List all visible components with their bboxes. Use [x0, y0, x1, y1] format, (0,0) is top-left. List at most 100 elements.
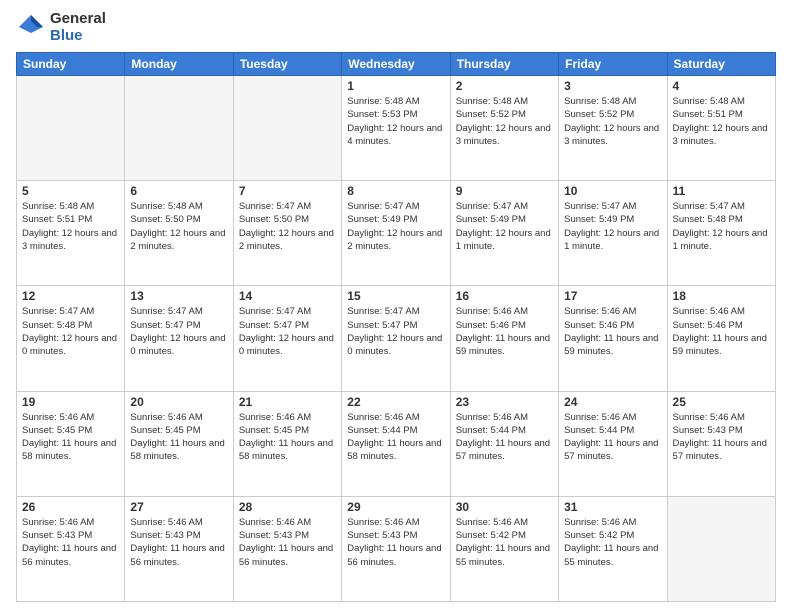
day-info: Sunrise: 5:46 AMSunset: 5:46 PMDaylight:… — [456, 305, 553, 358]
day-info: Sunrise: 5:46 AMSunset: 5:43 PMDaylight:… — [130, 516, 227, 569]
calendar-cell: 1 Sunrise: 5:48 AMSunset: 5:53 PMDaylight… — [342, 76, 450, 181]
calendar-cell: 9 Sunrise: 5:47 AMSunset: 5:49 PMDaylight… — [450, 181, 558, 286]
day-info: Sunrise: 5:46 AMSunset: 5:46 PMDaylight:… — [673, 305, 770, 358]
calendar-cell: 25 Sunrise: 5:46 AMSunset: 5:43 PMDayligh… — [667, 391, 775, 496]
col-header-monday: Monday — [125, 53, 233, 76]
day-info: Sunrise: 5:47 AMSunset: 5:47 PMDaylight:… — [347, 305, 444, 358]
day-number: 27 — [130, 500, 227, 514]
day-number: 4 — [673, 79, 770, 93]
calendar-cell: 3 Sunrise: 5:48 AMSunset: 5:52 PMDaylight… — [559, 76, 667, 181]
day-info: Sunrise: 5:48 AMSunset: 5:51 PMDaylight:… — [22, 200, 119, 253]
calendar-cell: 7 Sunrise: 5:47 AMSunset: 5:50 PMDaylight… — [233, 181, 341, 286]
calendar-cell: 13Sunrise: 5:47 AMSunset: 5:47 PMDayligh… — [125, 286, 233, 391]
logo-text: General Blue — [50, 10, 106, 44]
calendar-cell: 5 Sunrise: 5:48 AMSunset: 5:51 PMDaylight… — [17, 181, 125, 286]
day-number: 20 — [130, 395, 227, 409]
calendar-week-4: 19 Sunrise: 5:46 AMSunset: 5:45 PMDayligh… — [17, 391, 776, 496]
calendar-cell: 26 Sunrise: 5:46 AMSunset: 5:43 PMDayligh… — [17, 496, 125, 601]
day-number: 3 — [564, 79, 661, 93]
day-number: 25 — [673, 395, 770, 409]
day-info: Sunrise: 5:46 AMSunset: 5:45 PMDaylight:… — [239, 411, 336, 464]
day-number: 14 — [239, 289, 336, 303]
day-number: 7 — [239, 184, 336, 198]
col-header-sunday: Sunday — [17, 53, 125, 76]
col-header-wednesday: Wednesday — [342, 53, 450, 76]
day-number: 23 — [456, 395, 553, 409]
day-number: 30 — [456, 500, 553, 514]
day-info: Sunrise: 5:47 AMSunset: 5:47 PMDaylight:… — [130, 305, 227, 358]
day-number: 24 — [564, 395, 661, 409]
calendar-cell: 6Sunrise: 5:48 AMSunset: 5:50 PMDaylight… — [125, 181, 233, 286]
day-info: Sunrise: 5:47 AMSunset: 5:49 PMDaylight:… — [456, 200, 553, 253]
calendar-cell: 23 Sunrise: 5:46 AMSunset: 5:44 PMDayligh… — [450, 391, 558, 496]
day-number: 28 — [239, 500, 336, 514]
day-info: Sunrise: 5:46 AMSunset: 5:45 PMDaylight:… — [130, 411, 227, 464]
day-info: Sunrise: 5:47 AMSunset: 5:50 PMDaylight:… — [239, 200, 336, 253]
col-header-saturday: Saturday — [667, 53, 775, 76]
day-number: 9 — [456, 184, 553, 198]
calendar-cell: 8Sunrise: 5:47 AMSunset: 5:49 PMDaylight… — [342, 181, 450, 286]
calendar-cell — [17, 76, 125, 181]
day-number: 19 — [22, 395, 119, 409]
day-info: Sunrise: 5:48 AMSunset: 5:50 PMDaylight:… — [130, 200, 227, 253]
calendar-week-3: 12 Sunrise: 5:47 AMSunset: 5:48 PMDayligh… — [17, 286, 776, 391]
day-number: 31 — [564, 500, 661, 514]
day-info: Sunrise: 5:46 AMSunset: 5:44 PMDaylight:… — [456, 411, 553, 464]
calendar-cell — [233, 76, 341, 181]
day-info: Sunrise: 5:48 AMSunset: 5:51 PMDaylight:… — [673, 95, 770, 148]
day-info: Sunrise: 5:46 AMSunset: 5:43 PMDaylight:… — [22, 516, 119, 569]
calendar-cell: 11 Sunrise: 5:47 AMSunset: 5:48 PMDayligh… — [667, 181, 775, 286]
calendar-cell: 10Sunrise: 5:47 AMSunset: 5:49 PMDayligh… — [559, 181, 667, 286]
calendar-cell: 31 Sunrise: 5:46 AMSunset: 5:42 PMDayligh… — [559, 496, 667, 601]
calendar-cell: 16Sunrise: 5:46 AMSunset: 5:46 PMDayligh… — [450, 286, 558, 391]
calendar-cell: 28 Sunrise: 5:46 AMSunset: 5:43 PMDayligh… — [233, 496, 341, 601]
day-info: Sunrise: 5:46 AMSunset: 5:43 PMDaylight:… — [347, 516, 444, 569]
calendar-week-1: 1 Sunrise: 5:48 AMSunset: 5:53 PMDaylight… — [17, 76, 776, 181]
day-number: 11 — [673, 184, 770, 198]
calendar-cell: 29 Sunrise: 5:46 AMSunset: 5:43 PMDayligh… — [342, 496, 450, 601]
header: General Blue — [16, 10, 776, 44]
calendar-cell: 17 Sunrise: 5:46 AMSunset: 5:46 PMDayligh… — [559, 286, 667, 391]
day-info: Sunrise: 5:46 AMSunset: 5:46 PMDaylight:… — [564, 305, 661, 358]
day-number: 10 — [564, 184, 661, 198]
calendar-cell: 18 Sunrise: 5:46 AMSunset: 5:46 PMDayligh… — [667, 286, 775, 391]
calendar-cell: 20 Sunrise: 5:46 AMSunset: 5:45 PMDayligh… — [125, 391, 233, 496]
calendar-header-row: SundayMondayTuesdayWednesdayThursdayFrid… — [17, 53, 776, 76]
day-number: 12 — [22, 289, 119, 303]
calendar-week-2: 5 Sunrise: 5:48 AMSunset: 5:51 PMDaylight… — [17, 181, 776, 286]
calendar-cell: 30 Sunrise: 5:46 AMSunset: 5:42 PMDayligh… — [450, 496, 558, 601]
day-number: 21 — [239, 395, 336, 409]
day-number: 5 — [22, 184, 119, 198]
calendar-cell: 12 Sunrise: 5:47 AMSunset: 5:48 PMDayligh… — [17, 286, 125, 391]
day-number: 2 — [456, 79, 553, 93]
calendar-table: SundayMondayTuesdayWednesdayThursdayFrid… — [16, 52, 776, 602]
day-info: Sunrise: 5:46 AMSunset: 5:45 PMDaylight:… — [22, 411, 119, 464]
calendar-cell — [667, 496, 775, 601]
day-info: Sunrise: 5:47 AMSunset: 5:47 PMDaylight:… — [239, 305, 336, 358]
day-info: Sunrise: 5:46 AMSunset: 5:42 PMDaylight:… — [456, 516, 553, 569]
day-info: Sunrise: 5:47 AMSunset: 5:48 PMDaylight:… — [673, 200, 770, 253]
calendar-cell: 15Sunrise: 5:47 AMSunset: 5:47 PMDayligh… — [342, 286, 450, 391]
calendar-cell: 19 Sunrise: 5:46 AMSunset: 5:45 PMDayligh… — [17, 391, 125, 496]
day-number: 18 — [673, 289, 770, 303]
calendar-week-5: 26 Sunrise: 5:46 AMSunset: 5:43 PMDayligh… — [17, 496, 776, 601]
day-info: Sunrise: 5:46 AMSunset: 5:43 PMDaylight:… — [239, 516, 336, 569]
day-info: Sunrise: 5:48 AMSunset: 5:53 PMDaylight:… — [347, 95, 444, 148]
day-info: Sunrise: 5:46 AMSunset: 5:43 PMDaylight:… — [673, 411, 770, 464]
day-number: 29 — [347, 500, 444, 514]
day-number: 26 — [22, 500, 119, 514]
day-info: Sunrise: 5:47 AMSunset: 5:48 PMDaylight:… — [22, 305, 119, 358]
day-info: Sunrise: 5:48 AMSunset: 5:52 PMDaylight:… — [564, 95, 661, 148]
day-info: Sunrise: 5:48 AMSunset: 5:52 PMDaylight:… — [456, 95, 553, 148]
day-number: 8 — [347, 184, 444, 198]
col-header-friday: Friday — [559, 53, 667, 76]
calendar-cell: 21 Sunrise: 5:46 AMSunset: 5:45 PMDayligh… — [233, 391, 341, 496]
day-info: Sunrise: 5:46 AMSunset: 5:42 PMDaylight:… — [564, 516, 661, 569]
logo-icon — [16, 12, 46, 42]
calendar-cell: 14 Sunrise: 5:47 AMSunset: 5:47 PMDayligh… — [233, 286, 341, 391]
day-number: 17 — [564, 289, 661, 303]
day-info: Sunrise: 5:46 AMSunset: 5:44 PMDaylight:… — [564, 411, 661, 464]
day-number: 1 — [347, 79, 444, 93]
col-header-tuesday: Tuesday — [233, 53, 341, 76]
day-number: 22 — [347, 395, 444, 409]
